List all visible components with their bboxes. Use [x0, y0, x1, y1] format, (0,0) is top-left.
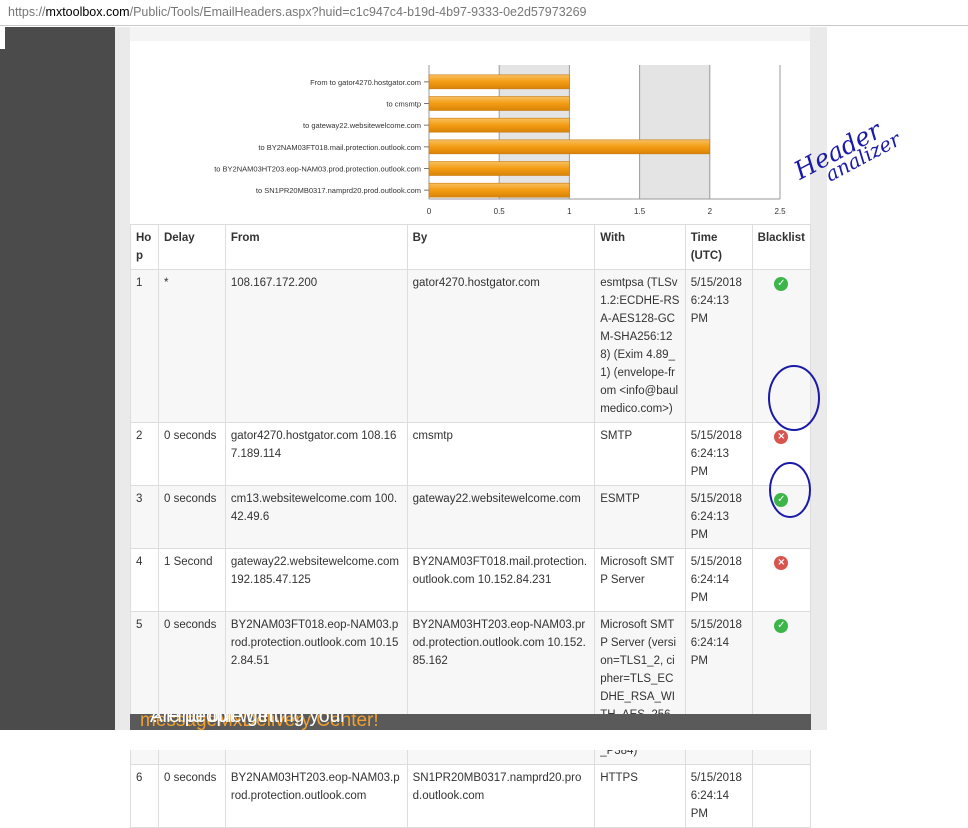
cell-blacklist: × [751, 422, 812, 486]
cell-with: Microsoft SMTP Server [594, 548, 686, 612]
table-row: 60 seconds BY2NAM03HT203.eop-NAM03.prod.p… [130, 764, 812, 828]
page-gutter-right [810, 27, 827, 730]
check-circle-icon[interactable]: ✓ [774, 493, 789, 507]
cell-time: 5/15/2018 6:24:13 PM [684, 485, 753, 549]
cell-blacklist [751, 764, 812, 828]
left-notch [0, 27, 5, 49]
cell-time: 5/15/2018 6:24:13 PM [684, 269, 753, 423]
chart-bar [428, 182, 570, 198]
check-circle-icon[interactable]: ✓ [774, 277, 789, 291]
cell-hop: 2 [130, 422, 159, 486]
cell-blacklist: ✓ [751, 485, 812, 549]
y-tick-label: to cmsmtp [386, 100, 421, 109]
y-tick-label: to BY2NAM03FT018.mail.protection.outlook… [258, 143, 421, 152]
check-circle-icon[interactable]: ✓ [774, 619, 789, 633]
cell-hop: 1 [130, 269, 159, 423]
col-from-header: From [224, 224, 408, 270]
cell-from: BY2NAM03HT203.eop-NAM03.prod.protection.… [224, 764, 408, 828]
cell-from: cm13.websitewelcome.com 100.42.49.6 [224, 485, 408, 549]
promo-text: Are people getting your message? Find ou… [140, 714, 379, 730]
cell-with: SMTP [594, 422, 686, 486]
chart-bar [428, 161, 570, 176]
plot-band [709, 65, 780, 199]
col-hop-header: Ho p [130, 224, 159, 270]
cell-delay: 0 seconds [157, 485, 226, 549]
url-path: /Public/Tools/EmailHeaders.aspx?huid=c1c… [129, 5, 587, 19]
col-time-header: Time (UTC) [684, 224, 753, 270]
y-tick-label: to gateway22.websitewelcome.com [303, 121, 421, 130]
cell-time: 5/15/2018 6:24:14 PM [684, 764, 753, 828]
chart-bar [428, 117, 570, 133]
x-circle-icon[interactable]: × [774, 430, 789, 444]
chart-bar [428, 139, 711, 155]
cell-with: HTTPS [594, 764, 686, 828]
cell-with: esmtpsa (TLSv1.2:ECDHE-RSA-AES128-GCM-SH… [594, 269, 686, 423]
url-protocol: https:// [8, 5, 46, 19]
plot-band [569, 65, 640, 199]
cell-from: gator4270.hostgator.com 108.167.189.114 [224, 422, 408, 486]
table-row: 20 seconds gator4270.hostgator.com 108.16… [130, 422, 812, 486]
cell-with: ESMTP [594, 485, 686, 549]
col-by-header: By [406, 224, 596, 270]
x-tick-label: 2.5 [774, 207, 786, 216]
cell-from: gateway22.websitewelcome.com 192.185.47.… [224, 548, 408, 612]
relay-chart: From to gator4270.hostgator.com to cmsmtp… [130, 41, 810, 251]
cell-by: SN1PR20MB0317.namprd20.prod.outlook.com [406, 764, 596, 828]
page-background-right [827, 27, 968, 730]
cell-delay: * [157, 269, 226, 423]
cell-by: cmsmtp [406, 422, 596, 486]
promo-banner[interactable]: Are people getting your message? Find ou… [130, 714, 811, 730]
cell-delay: 0 seconds [157, 764, 226, 828]
relay-chart-svg: From to gator4270.hostgator.com to cmsmtp… [214, 65, 786, 232]
table-row: 1 * 108.167.172.200 gator4270.hostgator.com… [130, 269, 812, 423]
table-row: 41 Second gateway22.websitewelcome.com 19… [130, 548, 812, 612]
cell-time: 5/15/2018 6:24:13 PM [684, 422, 753, 486]
x-circle-icon[interactable]: × [774, 556, 789, 570]
cell-blacklist: ✓ [751, 269, 812, 423]
page-background-left [0, 27, 115, 730]
chart-bar [428, 74, 570, 90]
plot-band [639, 65, 710, 199]
cell-blacklist: × [751, 548, 812, 612]
url-host: mxtoolbox.com [45, 5, 130, 19]
cell-by: gateway22.websitewelcome.com [406, 485, 596, 549]
col-with-header: With [594, 224, 686, 270]
y-tick-label: to BY2NAM03HT203.eop-NAM03.prod.protecti… [214, 165, 421, 174]
col-delay-header: Delay [157, 224, 226, 270]
promo-text-end: ? Find out with [150, 714, 274, 727]
cell-from: 108.167.172.200 [224, 269, 408, 423]
x-tick-label: 0.5 [494, 207, 506, 216]
cell-by: gator4270.hostgator.com [406, 269, 596, 423]
x-tick-label: 1 [567, 207, 572, 216]
address-bar[interactable]: https://mxtoolbox.com/Public/Tools/Email… [0, 0, 968, 26]
table-header-row: Ho p Delay From By With Time (UTC) Black… [130, 224, 812, 270]
cell-by: BY2NAM03FT018.mail.protection.outlook.co… [406, 548, 596, 612]
x-tick-label: 0 [427, 207, 432, 216]
y-tick-label: to SN1PR20MB0317.namprd20.prod.outlook.c… [256, 186, 421, 195]
cell-time: 5/15/2018 6:24:14 PM [684, 548, 753, 612]
col-blacklist-header: Blacklist [751, 224, 812, 270]
table-row: 30 seconds cm13.websitewelcome.com 100.42… [130, 485, 812, 549]
cell-hop: 4 [130, 548, 159, 612]
chart-bar [428, 96, 570, 111]
cell-delay: 0 seconds [157, 422, 226, 486]
cell-hop: 3 [130, 485, 159, 549]
page-gutter-left [115, 27, 130, 730]
bottom-strip [0, 730, 968, 750]
x-tick-label: 2 [708, 207, 713, 216]
cell-hop: 6 [130, 764, 159, 828]
x-tick-label: 1.5 [634, 207, 646, 216]
cell-delay: 1 Second [157, 548, 226, 612]
y-tick-label: From to gator4270.hostgator.com [310, 78, 421, 87]
